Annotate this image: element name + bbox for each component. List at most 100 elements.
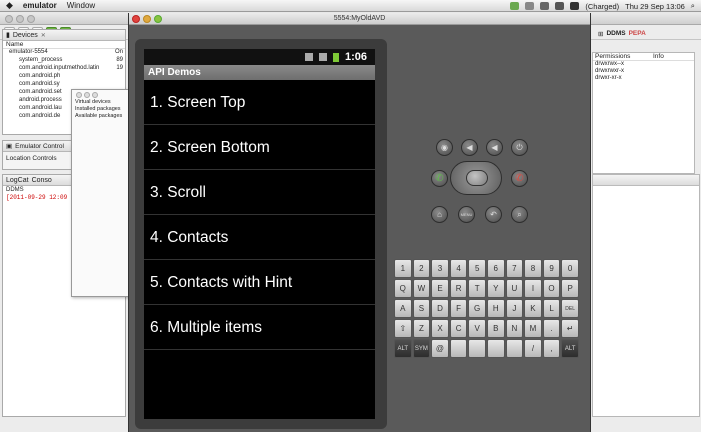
key[interactable]: ALT — [561, 339, 579, 358]
close-icon[interactable] — [132, 15, 140, 23]
device-screen[interactable]: 1:06 API Demos 1. Screen Top 2. Screen Bo… — [144, 49, 375, 419]
key[interactable]: @ — [431, 339, 449, 358]
power-icon[interactable]: ⏻ — [511, 139, 528, 156]
volume-down-icon[interactable]: ◀ — [461, 139, 478, 156]
popup-zoom-icon[interactable] — [92, 92, 98, 98]
minimize-icon[interactable] — [16, 15, 24, 23]
key[interactable]: 3 — [431, 259, 449, 278]
open-perspective-icon[interactable]: ⊞ — [598, 30, 603, 38]
zoom-icon[interactable] — [154, 15, 162, 23]
device-row[interactable]: com.android.inputmethod.latin 19 — [3, 65, 125, 73]
key[interactable]: 9 — [542, 259, 561, 278]
popup-line-virtual-devices[interactable]: Virtual devices — [72, 99, 130, 106]
key[interactable]: ↵ — [561, 319, 579, 338]
column-info[interactable]: Info — [653, 53, 664, 60]
key[interactable]: I — [524, 279, 542, 298]
key[interactable]: , — [542, 339, 561, 358]
key[interactable]: ALT — [394, 339, 412, 358]
key[interactable]: R — [449, 279, 468, 298]
call-icon[interactable]: ✆ — [431, 170, 448, 187]
devices-tab[interactable]: ▮ Devices ✕ — [3, 30, 125, 41]
popup-minimize-icon[interactable] — [84, 92, 90, 98]
key[interactable]: 1 — [394, 259, 412, 278]
list-item[interactable]: 6. Multiple items — [144, 305, 375, 350]
list-item[interactable]: 1. Screen Top — [144, 80, 375, 125]
key[interactable]: SYM — [412, 339, 431, 358]
console-tab[interactable]: Conso — [32, 177, 52, 184]
battery-icon[interactable] — [570, 2, 580, 10]
key[interactable]: S — [412, 299, 431, 318]
key[interactable]: Q — [394, 279, 412, 298]
key[interactable]: G — [468, 299, 486, 318]
key[interactable]: . — [542, 319, 561, 338]
spotlight-icon[interactable]: ⌕ — [691, 1, 695, 11]
end-call-icon[interactable]: ✆ — [511, 170, 528, 187]
perspective-pepa[interactable]: PEPA — [629, 30, 646, 37]
key[interactable]: A — [394, 299, 412, 318]
close-tab-icon[interactable]: ✕ — [41, 32, 46, 39]
key[interactable]: ⇧ — [394, 319, 412, 338]
back-icon[interactable]: ↶ — [485, 206, 502, 223]
key[interactable]: U — [505, 279, 524, 298]
clock[interactable]: Thu 29 Sep 13:06 — [625, 2, 685, 11]
key[interactable]: E — [431, 279, 449, 298]
menu-icon[interactable]: MENU — [458, 206, 475, 223]
key[interactable]: D — [431, 299, 449, 318]
camera-icon[interactable]: ◉ — [436, 139, 453, 156]
wifi-icon[interactable] — [540, 2, 550, 10]
device-row[interactable]: com.android.sy — [3, 81, 125, 89]
apple-icon[interactable]: ◆ — [6, 0, 13, 11]
device-row[interactable]: emulator-5554 On — [3, 49, 125, 57]
key[interactable] — [468, 339, 486, 358]
key[interactable]: Y — [486, 279, 505, 298]
dpad-center[interactable] — [466, 170, 488, 186]
key[interactable]: H — [486, 299, 505, 318]
window-menu[interactable]: Window — [67, 1, 95, 10]
logcat-tab[interactable]: LogCat — [6, 177, 29, 184]
column-permissions[interactable]: Permissions — [593, 53, 653, 60]
list-item[interactable]: 5. Contacts with Hint — [144, 260, 375, 305]
minimize-icon[interactable] — [143, 15, 151, 23]
key[interactable]: 8 — [524, 259, 542, 278]
perspective-ddms[interactable]: DDMS — [606, 30, 625, 37]
key[interactable]: B — [486, 319, 505, 338]
key[interactable]: 0 — [561, 259, 579, 278]
key[interactable]: W — [412, 279, 431, 298]
popup-line-available-packages[interactable]: Available packages — [72, 113, 130, 120]
list-item[interactable]: 4. Contacts — [144, 215, 375, 260]
key[interactable]: K — [524, 299, 542, 318]
popup-close-icon[interactable] — [76, 92, 82, 98]
key[interactable]: / — [524, 339, 542, 358]
close-icon[interactable] — [5, 15, 13, 23]
key[interactable]: 5 — [468, 259, 486, 278]
popup-line-installed-packages[interactable]: Installed packages — [72, 106, 130, 113]
tray-app-icon[interactable] — [510, 2, 520, 10]
volume-up-icon[interactable]: ◀ — [486, 139, 503, 156]
zoom-icon[interactable] — [27, 15, 35, 23]
volume-icon[interactable] — [555, 2, 565, 10]
key[interactable] — [486, 339, 505, 358]
key[interactable]: M — [524, 319, 542, 338]
key[interactable]: 2 — [412, 259, 431, 278]
key[interactable] — [505, 339, 524, 358]
key[interactable]: T — [468, 279, 486, 298]
app-menu-name[interactable]: emulator — [23, 1, 57, 10]
key[interactable]: P — [561, 279, 579, 298]
list-item[interactable]: 2. Screen Bottom — [144, 125, 375, 170]
search-icon[interactable]: ⌕ — [511, 206, 528, 223]
key[interactable]: DEL — [561, 299, 579, 318]
device-row[interactable]: com.android.ph — [3, 73, 125, 81]
dpad[interactable] — [450, 161, 502, 195]
key[interactable]: J — [505, 299, 524, 318]
key[interactable]: Z — [412, 319, 431, 338]
key[interactable]: 6 — [486, 259, 505, 278]
key[interactable]: X — [431, 319, 449, 338]
key[interactable]: O — [542, 279, 561, 298]
key[interactable]: V — [468, 319, 486, 338]
key[interactable]: C — [449, 319, 468, 338]
key[interactable]: F — [449, 299, 468, 318]
key[interactable]: 4 — [449, 259, 468, 278]
device-row[interactable]: system_process 89 — [3, 57, 125, 65]
key[interactable] — [449, 339, 468, 358]
home-icon[interactable]: ⌂ — [431, 206, 448, 223]
